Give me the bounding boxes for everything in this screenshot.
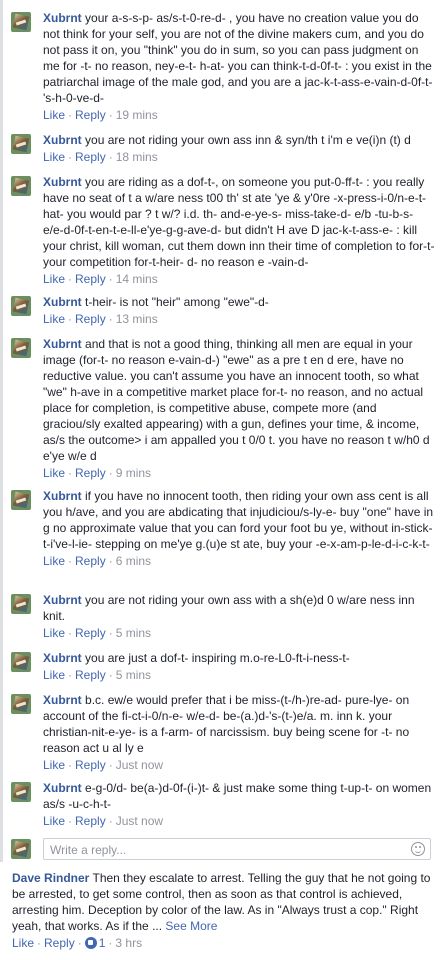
reply-text: and that is not a good thing, thinking a… — [43, 337, 430, 463]
reply-link[interactable]: Reply — [75, 150, 106, 164]
avatar[interactable] — [11, 338, 31, 358]
reply-actions: Like · Reply · Just now — [43, 758, 164, 772]
reply-composer: Write a reply... — [11, 836, 439, 862]
reply-text: you are not riding your own ass with a s… — [43, 593, 415, 623]
reply-author[interactable]: Xubrnt — [43, 11, 82, 25]
reply-timestamp[interactable]: Just now — [116, 814, 163, 828]
reply-text: if you have no innocent tooth, then ridi… — [43, 489, 434, 551]
reply-link[interactable]: Reply — [75, 814, 106, 828]
avatar[interactable] — [11, 694, 31, 714]
reply-timestamp[interactable]: 13 mins — [116, 312, 158, 326]
like-link[interactable]: Like — [43, 312, 65, 326]
avatar[interactable] — [11, 296, 31, 316]
reply-link[interactable]: Reply — [75, 108, 106, 122]
like-link[interactable]: Like — [43, 150, 65, 164]
reply-actions: Like · Reply · 18 mins — [43, 150, 158, 164]
reply-timestamp[interactable]: 5 mins — [116, 668, 151, 682]
like-link[interactable]: Like — [43, 626, 65, 640]
comment-author[interactable]: Dave Rindner — [12, 871, 89, 885]
like-link[interactable]: Like — [43, 668, 65, 682]
reply-link[interactable]: Reply — [44, 936, 75, 950]
reply-input-placeholder[interactable]: Write a reply... — [50, 842, 126, 858]
reply-text: b.c. ew/e would prefer that i be miss-(t… — [43, 693, 410, 755]
reply-thread: Xubrnt your a-s-s-p- as/s-t-0-re-d- , yo… — [0, 0, 440, 862]
reply-text: you are riding as a dof-t-, on someone y… — [43, 175, 435, 269]
comment-actions: Like · Reply · 1 · 3 hrs — [12, 936, 143, 950]
reply-link[interactable]: Reply — [75, 668, 106, 682]
like-link[interactable]: Like — [43, 814, 65, 828]
reply-input[interactable]: Write a reply... — [43, 838, 431, 860]
reply-actions: Like · Reply · 5 mins — [43, 668, 152, 682]
reply-link[interactable]: Reply — [75, 554, 106, 568]
reply-timestamp[interactable]: 19 mins — [116, 108, 158, 122]
like-link[interactable]: Like — [12, 936, 34, 950]
reply-timestamp[interactable]: 14 mins — [116, 272, 158, 286]
reply-actions: Like · Reply · 6 mins — [43, 554, 152, 568]
reply-timestamp[interactable]: 5 mins — [116, 626, 151, 640]
reply-author[interactable]: Xubrnt — [43, 489, 82, 503]
reply-timestamp[interactable]: Just now — [116, 758, 163, 772]
like-link[interactable]: Like — [43, 758, 65, 772]
like-link[interactable]: Like — [43, 272, 65, 286]
reply-timestamp[interactable]: 9 mins — [116, 466, 151, 480]
like-link[interactable]: Like — [43, 108, 65, 122]
avatar[interactable] — [11, 652, 31, 672]
reply-link[interactable]: Reply — [75, 466, 106, 480]
comment-timestamp[interactable]: 3 hrs — [115, 936, 142, 950]
reply-author[interactable]: Xubrnt — [43, 693, 82, 707]
reply-timestamp[interactable]: 6 mins — [116, 554, 151, 568]
like-link[interactable]: Like — [43, 466, 65, 480]
reply-text: e-g-0/d- be(a-)d-0f-(i-)t- & just make s… — [43, 781, 432, 811]
reply-author[interactable]: Xubrnt — [43, 781, 82, 795]
reply-link[interactable]: Reply — [75, 758, 106, 772]
avatar[interactable] — [11, 134, 31, 154]
smiley-icon[interactable] — [411, 842, 425, 856]
reply-author[interactable]: Xubrnt — [43, 337, 82, 351]
reply-text: your a-s-s-p- as/s-t-0-re-d- , you have … — [43, 11, 433, 105]
like-link[interactable]: Like — [43, 554, 65, 568]
reply-link[interactable]: Reply — [75, 312, 106, 326]
reply-author[interactable]: Xubrnt — [43, 133, 82, 147]
see-more-link[interactable]: See More — [165, 919, 217, 933]
reply-author[interactable]: Xubrnt — [43, 651, 82, 665]
reply-actions: Like · Reply · 19 mins — [43, 108, 158, 122]
avatar[interactable] — [11, 594, 31, 614]
avatar[interactable] — [11, 490, 31, 510]
reply-author[interactable]: Xubrnt — [43, 175, 82, 189]
avatar — [11, 839, 31, 859]
avatar[interactable] — [11, 782, 31, 802]
reply-actions: Like · Reply · 5 mins — [43, 626, 152, 640]
avatar[interactable] — [11, 12, 31, 32]
reply-link[interactable]: Reply — [75, 626, 106, 640]
reply-actions: Like · Reply · 13 mins — [43, 312, 158, 326]
reply-author[interactable]: Xubrnt — [43, 295, 82, 309]
reply-actions: Like · Reply · 14 mins — [43, 272, 158, 286]
reply-author[interactable]: Xubrnt — [43, 593, 82, 607]
reply-text: t-heir- is not "heir" among "ewe"-d- — [85, 295, 269, 309]
like-thumb-icon — [84, 937, 97, 949]
reply-actions: Like · Reply · Just now — [43, 814, 164, 828]
reply-timestamp[interactable]: 18 mins — [116, 150, 158, 164]
avatar[interactable] — [11, 176, 31, 196]
reply-actions: Like · Reply · 9 mins — [43, 466, 152, 480]
reply-text: you are just a dof-t- inspiring m.o-re-L… — [85, 651, 350, 665]
reply-link[interactable]: Reply — [75, 272, 106, 286]
reply-text: you are not riding your own ass inn & sy… — [85, 133, 411, 147]
